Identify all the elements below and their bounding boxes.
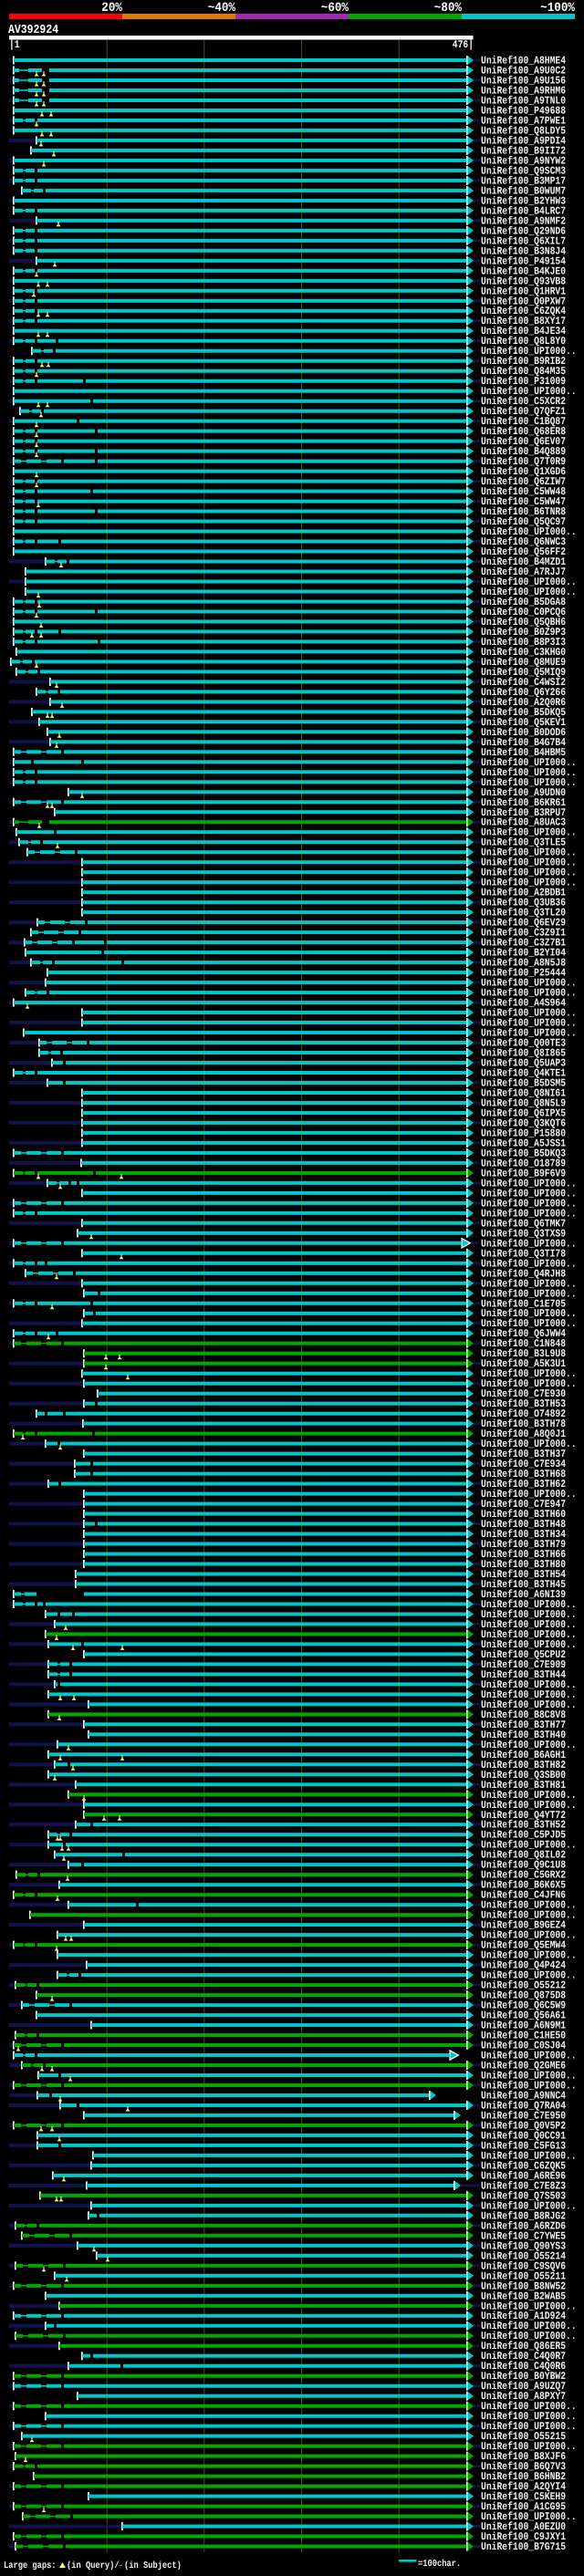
svg-text:(in Query)/: (in Query)/	[67, 2560, 120, 2571]
svg-text:Large gaps:: Large gaps:	[4, 2560, 57, 2571]
svg-text:(in Subject): (in Subject)	[124, 2560, 182, 2571]
svg-text:~40%: ~40%	[208, 1, 236, 16]
svg-text:~60%: ~60%	[321, 1, 349, 16]
svg-text:AV392924: AV392924	[8, 24, 58, 37]
svg-text:=100char.: =100char.	[418, 2559, 461, 2570]
svg-text:|1: |1	[9, 39, 20, 51]
svg-text:UniRef100_B7G715: UniRef100_B7G715	[481, 2540, 566, 2553]
svg-text:~100%: ~100%	[540, 1, 575, 16]
svg-text:476|: 476|	[453, 39, 474, 51]
svg-text:~80%: ~80%	[434, 1, 463, 16]
svg-text:20%: 20%	[101, 1, 122, 16]
svg-text:-: -	[119, 2560, 123, 2571]
